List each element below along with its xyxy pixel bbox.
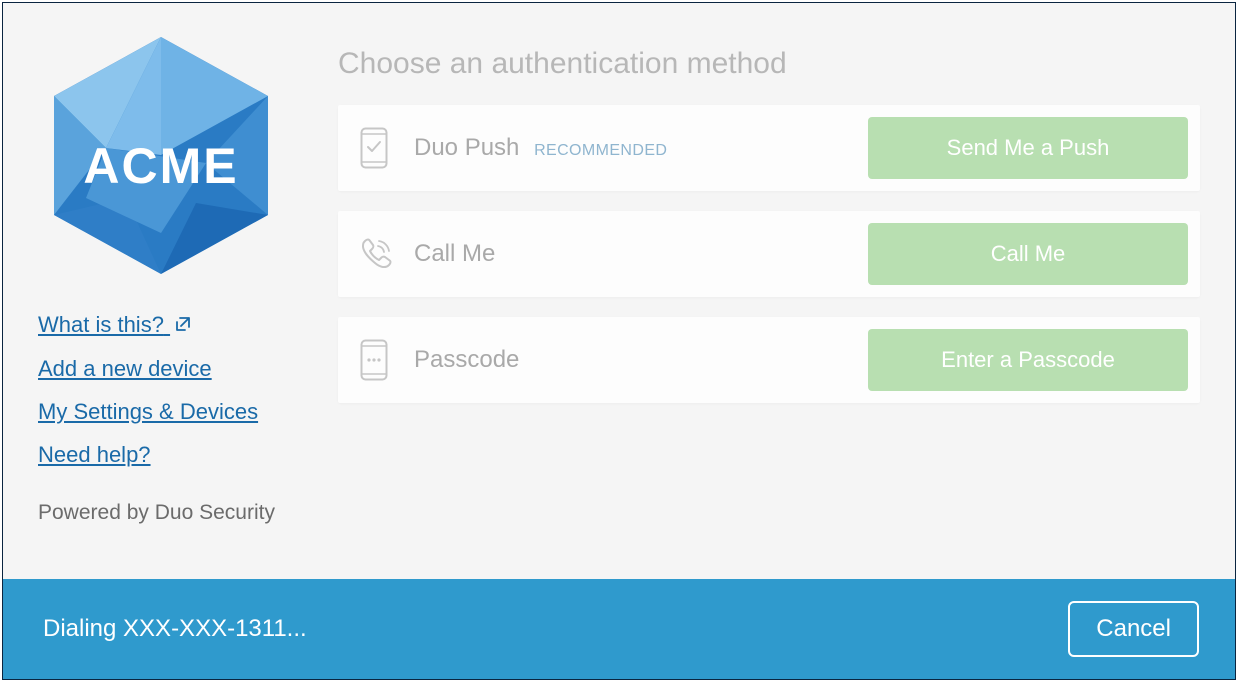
call-me-button[interactable]: Call Me bbox=[868, 223, 1188, 285]
status-bar: Dialing XXX-XXX-1311... Cancel bbox=[3, 579, 1235, 679]
method-row-passcode: Passcode Enter a Passcode bbox=[338, 317, 1200, 403]
cancel-button[interactable]: Cancel bbox=[1068, 601, 1199, 657]
need-help-link[interactable]: Need help? bbox=[38, 438, 298, 471]
passcode-label-text: Passcode bbox=[414, 346, 868, 374]
brand-logo: ACME bbox=[38, 33, 283, 278]
sidebar: ACME What is this? Add a new device My S… bbox=[38, 33, 328, 569]
phone-call-icon bbox=[354, 231, 394, 277]
call-label-text: Call Me bbox=[414, 240, 868, 268]
push-label-text: Duo Push bbox=[414, 134, 519, 161]
settings-devices-link[interactable]: My Settings & Devices bbox=[38, 395, 298, 428]
phone-passcode-icon bbox=[354, 337, 394, 383]
auth-prompt-frame: ACME What is this? Add a new device My S… bbox=[2, 2, 1236, 680]
send-push-button[interactable]: Send Me a Push bbox=[868, 117, 1188, 179]
hexagon-logo-icon: ACME bbox=[46, 33, 276, 278]
method-label: Duo Push RECOMMENDED bbox=[414, 134, 868, 162]
add-device-link[interactable]: Add a new device bbox=[38, 352, 298, 385]
method-row-push: Duo Push RECOMMENDED Send Me a Push bbox=[338, 105, 1200, 191]
recommended-badge: RECOMMENDED bbox=[534, 142, 667, 159]
main-panel: Choose an authentication method Duo Push… bbox=[328, 33, 1200, 569]
method-row-call: Call Me Call Me bbox=[338, 211, 1200, 297]
enter-passcode-button[interactable]: Enter a Passcode bbox=[868, 329, 1188, 391]
logo-text: ACME bbox=[83, 138, 238, 194]
phone-check-icon bbox=[354, 125, 394, 171]
status-text: Dialing XXX-XXX-1311... bbox=[43, 615, 307, 643]
sidebar-links: What is this? Add a new device My Settin… bbox=[38, 308, 298, 471]
auth-heading: Choose an authentication method bbox=[338, 47, 1200, 81]
powered-by-text: Powered by Duo Security bbox=[38, 501, 298, 525]
link-label: What is this? bbox=[38, 312, 164, 337]
what-is-this-link[interactable]: What is this? bbox=[38, 308, 298, 342]
external-link-icon bbox=[174, 309, 192, 342]
content-area: ACME What is this? Add a new device My S… bbox=[3, 3, 1235, 579]
